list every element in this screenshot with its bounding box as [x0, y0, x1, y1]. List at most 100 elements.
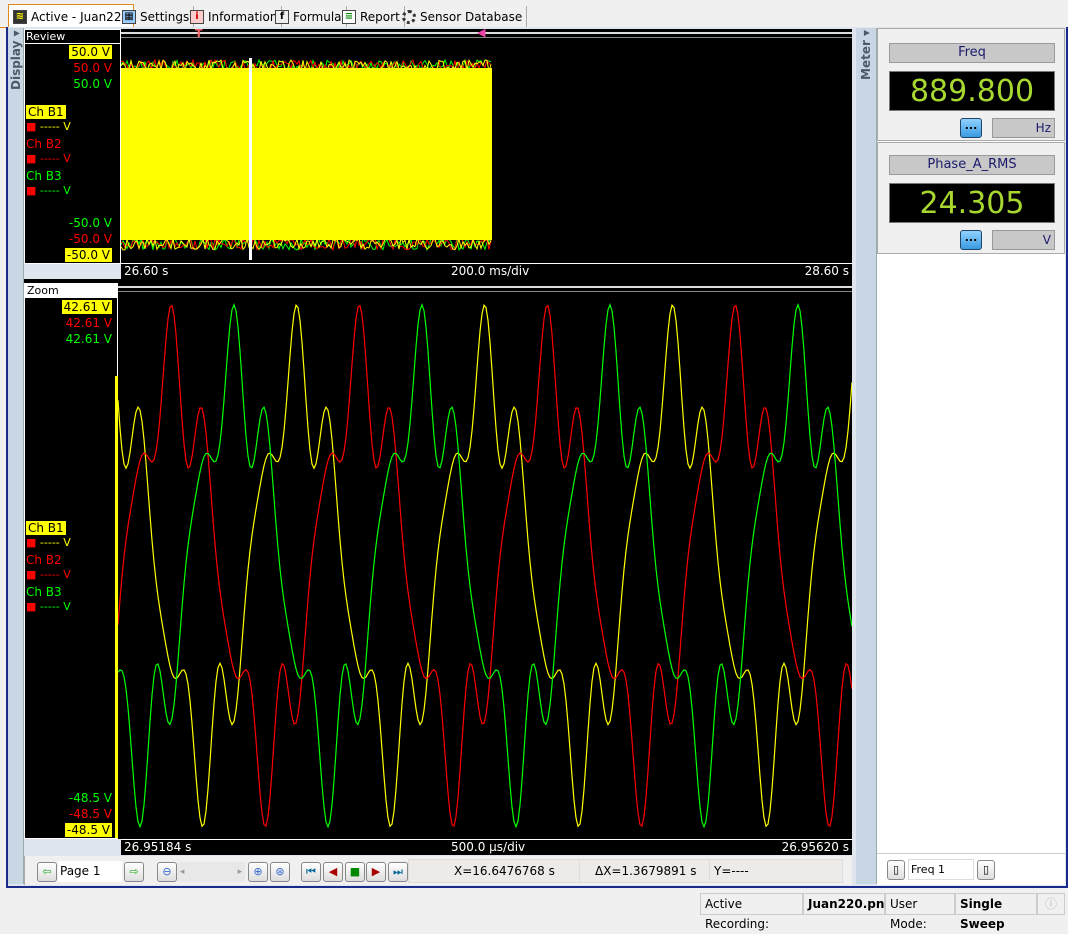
meter-panel: Freq 889.800 ... Hz Phase_A_RMS 24.305 .…	[877, 28, 1065, 885]
meter-page-field[interactable]: Freq 1	[908, 859, 974, 880]
zoom-in-button[interactable]: ⊕	[248, 862, 268, 882]
meter-side-panel[interactable]: Meter ▾	[856, 28, 877, 884]
channel-b3-value: ----- V	[40, 600, 71, 613]
page-field[interactable]: Page 1	[58, 861, 122, 882]
navigation-toolbar: ⇦ Page 1 ⇨ ⊖ ◂▸ ⊕ ⊛ ⏮ ◀ ■ ▶ ⏭ X=16.64767…	[24, 856, 852, 885]
info-icon: i	[190, 10, 204, 24]
zoom-cursor-track[interactable]	[118, 283, 852, 292]
cursor-x-readout: X=16.6476768 s	[454, 860, 555, 882]
tab-label: Settings	[140, 10, 189, 24]
channel-b2-value: ----- V	[40, 152, 71, 165]
b3-scale-max: 42.61 V	[66, 332, 112, 346]
go-end-button[interactable]: ⏭	[388, 862, 408, 882]
tab-formula[interactable]: f Formula	[271, 6, 347, 27]
b2-scale-max: 50.0 V	[73, 61, 112, 75]
channel-b3-label[interactable]: Ch B3	[26, 169, 62, 183]
formula-icon: f	[275, 10, 289, 24]
channel-b1-value: ----- V	[40, 536, 71, 549]
zoom-title: Zoom	[25, 284, 119, 298]
axis-end: 28.60 s	[805, 264, 849, 278]
channel-b1-value: ----- V	[40, 120, 71, 133]
zoom-time-axis: 26.95184 s 500.0 µs/div 26.95620 s	[121, 839, 852, 855]
zoom-all-button[interactable]: ⊛	[270, 862, 290, 882]
tab-settings[interactable]: ▦ Settings	[118, 6, 194, 27]
meter-panel-label[interactable]: Meter ▾	[859, 30, 873, 80]
review-plot[interactable]	[121, 38, 852, 263]
meter-settings-button[interactable]: ...	[960, 118, 982, 138]
tab-sensor-database[interactable]: Sensor Database	[398, 6, 527, 27]
report-icon: ≡	[342, 10, 356, 24]
display-side-panel[interactable]: Display ▾	[8, 28, 24, 884]
tab-label: Sensor Database	[420, 10, 522, 24]
cursor-readout: X=16.6476768 s ΔX=1.3679891 s Y=----	[408, 859, 843, 883]
axis-start: 26.95184 s	[124, 840, 191, 854]
waveform-icon: ≋	[13, 10, 27, 24]
tab-label: Active - Juan220	[31, 10, 129, 24]
axis-division: 200.0 ms/div	[451, 264, 529, 278]
tab-bar: ≋ Active - Juan220 ▦ Settings i Information…	[0, 0, 1068, 28]
stop-button[interactable]: ■	[345, 862, 365, 882]
step-forward-button[interactable]: ▶	[366, 862, 386, 882]
zoom-scale-panel: Zoom 42.61 V 42.61 V 42.61 V Ch B1 ■ ---…	[24, 283, 118, 839]
channel-b3-value: ----- V	[40, 184, 71, 197]
zoom-out-button[interactable]: ⊖	[157, 862, 177, 882]
meter-page-bar: ▯ Freq 1 ▯	[877, 853, 1065, 885]
review-title: Review	[26, 30, 65, 43]
cursor-marker-icon[interactable]: ◀	[477, 28, 485, 37]
review-cursor-track[interactable]: T ◀	[121, 29, 852, 38]
previous-page-button[interactable]: ⇦	[37, 862, 57, 882]
step-back-button[interactable]: ◀	[323, 862, 343, 882]
tab-information[interactable]: i Information	[186, 6, 282, 27]
b2-scale-min: -48.5 V	[69, 807, 112, 821]
cursor-delta-x-readout: ΔX=1.3679891 s	[595, 860, 696, 882]
active-recording-label: Active Recording:	[700, 893, 803, 915]
tab-label: Information	[208, 10, 277, 24]
b1-scale-max: 42.61 V	[62, 300, 112, 314]
meter-title: Phase_A_RMS	[889, 155, 1055, 175]
meter-settings-button[interactable]: ...	[960, 230, 982, 250]
trigger-marker-icon[interactable]: T	[195, 29, 203, 38]
b3-scale-min: -50.0 V	[69, 216, 112, 230]
zoom-plot[interactable]	[118, 292, 852, 839]
b2-scale-min: -50.0 V	[69, 232, 112, 246]
meter-prev-page-button[interactable]: ▯	[887, 860, 905, 880]
channel-b3-label[interactable]: Ch B3	[26, 585, 62, 599]
go-start-button[interactable]: ⏮	[301, 862, 321, 882]
meter-freq: Freq 889.800 ... Hz	[877, 28, 1065, 141]
alert-icon[interactable]: ⓘ	[1037, 893, 1065, 915]
channel-b2-value: ----- V	[40, 568, 71, 581]
channel-b1-label[interactable]: Ch B1	[26, 105, 66, 119]
zoom-trace-ch-b2	[118, 306, 852, 827]
user-mode-label: User Mode:	[885, 893, 955, 915]
meter-next-page-button[interactable]: ▯	[977, 860, 995, 880]
tab-label: Formula	[293, 10, 342, 24]
b3-scale-min: -48.5 V	[69, 791, 112, 805]
scroll-bar[interactable]: ◂▸	[177, 862, 245, 882]
tab-label: Report	[360, 10, 400, 24]
tab-active-recording[interactable]: ≋ Active - Juan220	[8, 4, 134, 28]
review-time-axis: 26.60 s 200.0 ms/div 28.60 s	[121, 263, 852, 279]
zoom-trace-ch-b3	[118, 305, 852, 827]
axis-end: 26.95620 s	[782, 840, 849, 854]
tab-report[interactable]: ≡ Report	[338, 6, 405, 27]
channel-b1-label[interactable]: Ch B1	[26, 521, 66, 535]
next-page-button[interactable]: ⇨	[124, 862, 144, 882]
channel-b2-label[interactable]: Ch B2	[26, 137, 62, 151]
meter-title: Freq	[889, 43, 1055, 63]
meter-value: 24.305	[889, 183, 1055, 223]
b1-scale-max: 50.0 V	[69, 45, 112, 59]
display-panel-label[interactable]: Display ▾	[9, 30, 23, 90]
axis-division: 500.0 µs/div	[451, 840, 525, 854]
b1-scale-min: -50.0 V	[65, 248, 112, 262]
channel-b2-label[interactable]: Ch B2	[26, 553, 62, 567]
user-mode-value[interactable]: Single Sweep	[955, 893, 1037, 915]
active-recording-value: Juan220.pnrf	[803, 893, 885, 915]
meter-unit: V	[992, 230, 1055, 250]
b1-scale-min: -48.5 V	[65, 823, 112, 837]
cursor-y-readout: Y=----	[714, 860, 749, 882]
b2-scale-max: 42.61 V	[66, 316, 112, 330]
settings-grid-icon: ▦	[122, 10, 136, 24]
review-cursor-line	[249, 58, 252, 260]
b3-scale-max: 50.0 V	[73, 77, 112, 91]
zoom-trace-ch-b1	[118, 305, 852, 826]
